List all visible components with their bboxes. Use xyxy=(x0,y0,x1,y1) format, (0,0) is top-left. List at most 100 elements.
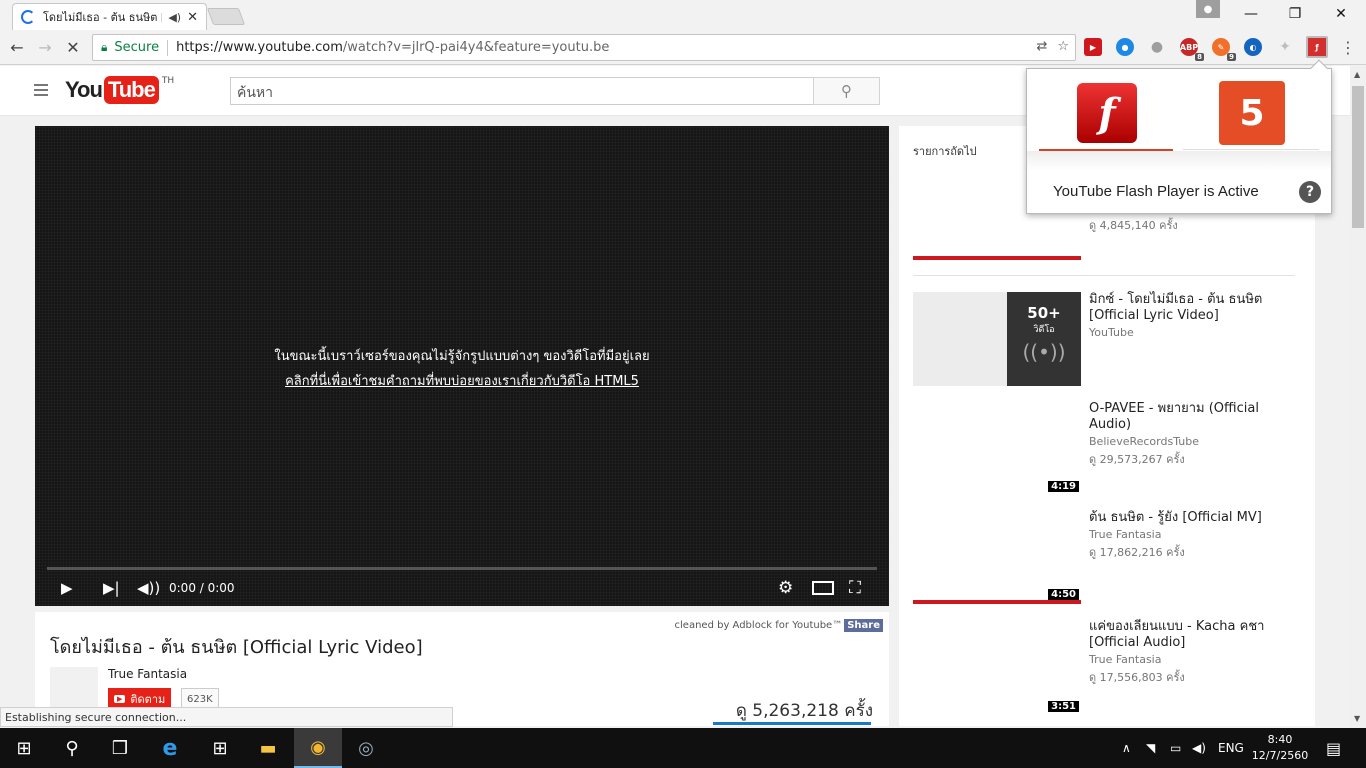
url-text[interactable]: https://www.youtube.com/watch?v=jlrQ-pai… xyxy=(176,40,609,55)
share-button[interactable]: Share xyxy=(844,619,883,632)
drop-ext-icon[interactable]: ● xyxy=(1148,38,1166,56)
search-ext-icon[interactable]: ● xyxy=(1116,38,1134,56)
close-window-icon[interactable]: ✕ xyxy=(1318,0,1364,28)
video-title-link[interactable]: ต้น ธนษิต - รู้ยัง [Official MV] xyxy=(1089,510,1289,526)
flash-ext-icon[interactable]: ƒ xyxy=(1306,36,1328,58)
battery-icon[interactable]: ▭ xyxy=(1170,728,1181,768)
video-player[interactable]: ในขณะนี้เบราว์เซอร์ของคุณไม่รู้จักรูปแบบ… xyxy=(35,126,889,606)
tab-close-icon[interactable]: ✕ xyxy=(187,10,198,25)
lock-icon: 🔒︎ xyxy=(101,40,108,54)
url-separator xyxy=(167,39,169,56)
html5-faq-link[interactable]: คลิกที่นี่เพื่อเข้าชมคำถามที่พบบ่อยของเร… xyxy=(285,374,639,389)
speaker-icon[interactable]: ◀︎) xyxy=(168,11,181,24)
html5-icon[interactable]: 5 xyxy=(1219,81,1285,145)
globe-ext-icon[interactable]: ◐ xyxy=(1244,38,1262,56)
flash-popup: f 5 YouTube Flash Player is Active ? xyxy=(1026,59,1332,214)
playlist-channel: YouTube xyxy=(1089,326,1134,339)
back-icon[interactable]: ← xyxy=(6,36,28,58)
volume-tray-icon[interactable]: ◀︎) xyxy=(1192,728,1206,768)
puzzle-ext-icon[interactable]: ✦ xyxy=(1276,38,1294,56)
minimize-icon[interactable]: — xyxy=(1228,0,1274,28)
youtube-logo[interactable]: You Tube TH xyxy=(65,76,174,104)
adblock-plus-icon[interactable]: ABP 8 xyxy=(1180,38,1204,61)
profile-icon[interactable]: ● xyxy=(1196,0,1220,18)
status-bar: Establishing secure connection... xyxy=(0,707,453,727)
url-path: /watch?v=jlrQ-pai4y4&feature=youtu.be xyxy=(342,40,610,55)
address-bar[interactable]: 🔒︎ Secure https://www.youtube.com/watch?… xyxy=(92,34,1076,61)
notification-icon[interactable]: ▤ xyxy=(1326,728,1341,768)
video-thumbnail[interactable]: 4:50 xyxy=(913,508,1081,602)
flash-status-text: YouTube Flash Player is Active xyxy=(1053,183,1259,200)
view-count: ดู 5,263,218 ครั้ง xyxy=(735,701,873,721)
clock-time: 8:40 xyxy=(1267,733,1293,746)
channel-name[interactable]: True Fantasia xyxy=(108,667,187,681)
duration-badge: 4:19 xyxy=(1048,481,1079,492)
logo-you: You xyxy=(65,77,103,102)
language-indicator[interactable]: ENG xyxy=(1218,728,1244,768)
related-sidebar: รายการถัดไป ดู 4,845,140 ครั้ง 50+ วิดีโ… xyxy=(899,126,1315,726)
video-views: ดู 17,556,803 ครั้ง xyxy=(1089,671,1185,684)
new-tab-button[interactable] xyxy=(206,8,246,25)
next-icon[interactable]: ▶︎| xyxy=(103,578,120,598)
playlist-thumbnail[interactable]: 50+ วิดีโอ ((•)) xyxy=(913,292,1081,386)
file-explorer-icon[interactable]: ▬ xyxy=(244,728,292,768)
video-thumbnail[interactable]: 3:51 xyxy=(913,620,1081,714)
scroll-up-icon[interactable]: ▲ xyxy=(1354,70,1360,79)
video-channel: True Fantasia xyxy=(1089,528,1162,541)
scroll-down-icon[interactable]: ▼ xyxy=(1354,714,1360,723)
progress-bar[interactable] xyxy=(47,567,877,570)
translate-icon[interactable]: ⇄ xyxy=(1036,39,1047,54)
search-button[interactable]: ⚲ xyxy=(813,77,880,105)
settings-gear-icon[interactable]: ⚙ xyxy=(778,578,793,598)
tab-strip: โดยไม่มีเธอ - ต้น ธนษิต [ ◀︎) ✕ ● — ❐ ✕ xyxy=(0,0,1366,30)
network-icon[interactable]: ◥ xyxy=(1146,728,1155,768)
video-title-link[interactable]: แค่ของเลียนแบบ - Kacha คชา [Official Aud… xyxy=(1089,619,1289,651)
steam-icon[interactable]: ◎ xyxy=(342,728,390,768)
help-icon[interactable]: ? xyxy=(1299,181,1321,203)
up-next-heading: รายการถัดไป xyxy=(913,145,977,158)
youtube-ext-icon[interactable]: ▶ xyxy=(1084,38,1102,56)
theater-mode-icon[interactable] xyxy=(812,581,834,595)
play-icon[interactable]: ▶ xyxy=(61,578,73,598)
pen-ext-icon[interactable]: ✎ 9 xyxy=(1212,38,1236,61)
player-error-message: ในขณะนี้เบราว์เซอร์ของคุณไม่รู้จักรูปแบบ… xyxy=(35,344,889,394)
like-ratio-bar xyxy=(713,722,871,725)
volume-icon[interactable]: ◀︎)) xyxy=(137,578,160,598)
guide-menu-icon[interactable] xyxy=(34,84,48,99)
browser-menu-icon[interactable]: ⋮ xyxy=(1340,38,1356,57)
internet-explorer-icon[interactable]: e xyxy=(146,728,194,768)
fullscreen-icon[interactable]: ⛶ xyxy=(849,578,861,598)
search-icon[interactable]: ⚲ xyxy=(48,728,96,768)
browser-tab[interactable]: โดยไม่มีเธอ - ต้น ธนษิต [ ◀︎) ✕ xyxy=(12,3,207,30)
adblock-badge: 8 xyxy=(1195,53,1204,61)
duration-badge: 3:51 xyxy=(1048,701,1079,712)
page-scrollbar[interactable]: ▲ ▼ xyxy=(1350,66,1366,728)
bookmark-star-icon[interactable]: ☆ xyxy=(1057,39,1069,54)
tray-chevron-icon[interactable]: ∧ xyxy=(1122,728,1131,768)
system-clock[interactable]: 8:40 12/7/2560 xyxy=(1250,732,1310,764)
task-view-icon[interactable]: ❒ xyxy=(96,728,144,768)
pen-ext-badge: 9 xyxy=(1227,53,1236,61)
video-thumbnail[interactable]: 4:19 xyxy=(913,400,1081,494)
store-icon[interactable]: ⊞ xyxy=(196,728,244,768)
stop-icon[interactable]: ✕ xyxy=(62,36,84,58)
secure-label: Secure xyxy=(114,40,160,55)
video-views: ดู 17,862,216 ครั้ง xyxy=(1089,546,1185,559)
playlist-count: 50+ xyxy=(1027,304,1061,322)
scroll-thumb[interactable] xyxy=(1352,86,1364,228)
windows-start-icon[interactable]: ⊞ xyxy=(0,728,48,768)
logo-country: TH xyxy=(161,76,175,86)
flash-player-icon[interactable]: f xyxy=(1077,83,1137,143)
browser-toolbar: ← → ✕ 🔒︎ Secure https://www.youtube.com/… xyxy=(0,30,1366,65)
clock-date: 12/7/2560 xyxy=(1251,749,1309,762)
playlist-title[interactable]: มิกซ์ - โดยไม่มีเธอ - ต้น ธนษิต [Officia… xyxy=(1089,292,1289,324)
video-views: ดู 29,573,267 ครั้ง xyxy=(1089,453,1185,466)
search-input[interactable]: ค้นหา xyxy=(230,77,814,105)
video-title-link[interactable]: O-PAVEE - พยายาม (Official Audio) xyxy=(1089,401,1289,433)
first-item-views: ดู 4,845,140 ครั้ง xyxy=(1089,219,1178,232)
forward-icon[interactable]: → xyxy=(34,36,56,58)
chrome-icon[interactable]: ◉ xyxy=(294,728,342,768)
restore-icon[interactable]: ❐ xyxy=(1272,0,1318,28)
video-channel: True Fantasia xyxy=(1089,653,1162,666)
video-channel: BelieveRecordsTube xyxy=(1089,435,1199,448)
